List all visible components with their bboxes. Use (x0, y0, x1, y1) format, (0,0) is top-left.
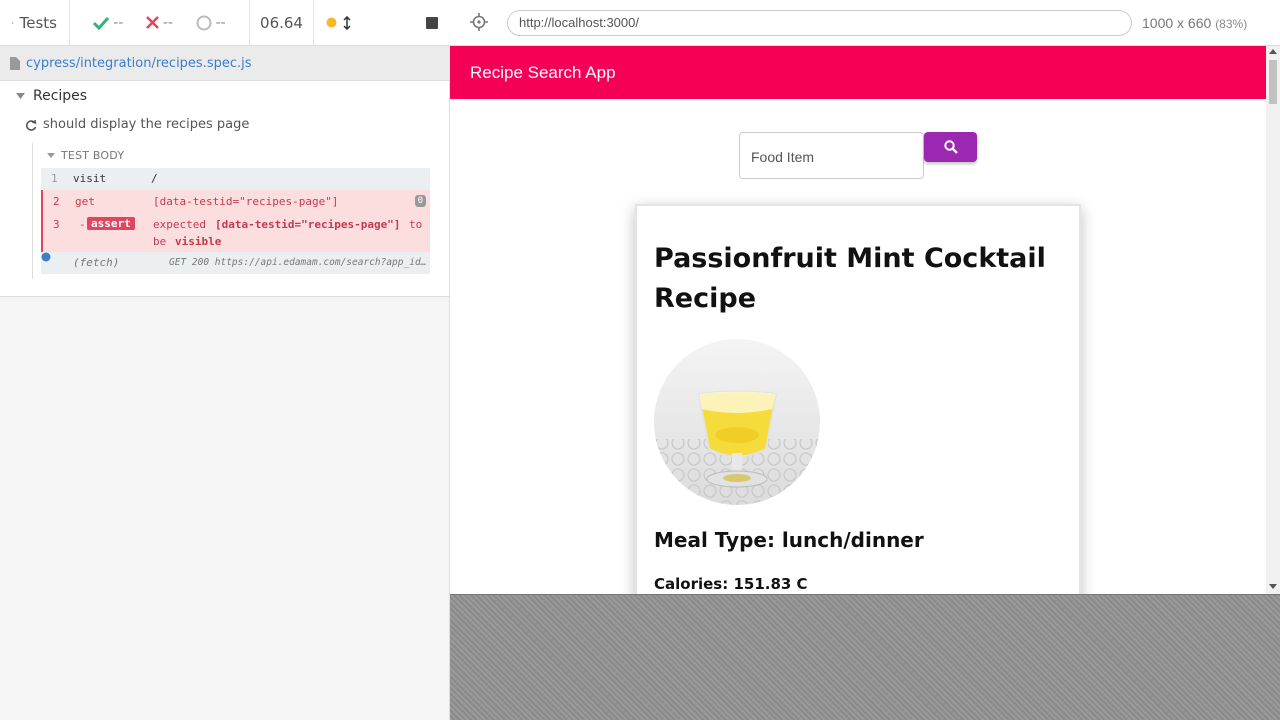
element-count-badge: 0 (414, 195, 426, 207)
meal-type: Meal Type: lunch/dinner (654, 528, 924, 552)
command-row[interactable]: (fetch) GET 200 https://api.edamam.com/s… (41, 252, 430, 274)
triangle-down-icon (47, 153, 55, 158)
dot-icon (41, 252, 51, 262)
command-list: 1 visit / 2 get [data-testid="recipes-pa… (41, 168, 430, 274)
test-body-header[interactable]: TEST BODY (47, 149, 124, 162)
x-icon (146, 16, 159, 29)
url-bar: http://localhost:3000/ 1000 x 660 (83%) (450, 0, 1280, 46)
passed-stat: -- (93, 15, 123, 31)
app-preview: http://localhost:3000/ 1000 x 660 (83%) … (450, 0, 1280, 720)
resize-icon (343, 15, 351, 30)
tests-label: Tests (19, 13, 57, 32)
failed-count: -- (162, 14, 174, 31)
failed-stat: -- (146, 15, 173, 31)
command-message: / (151, 172, 158, 185)
pending-count: -- (215, 14, 226, 31)
chevron-left-icon (12, 21, 14, 24)
command-number: 1 (51, 172, 58, 185)
app-bar: Recipe Search App (450, 46, 1266, 99)
refresh-icon (25, 119, 37, 131)
command-name: (fetch) (73, 256, 120, 269)
viewport-info: 1000 x 660 (83%) (1142, 15, 1247, 31)
command-log-panel: Tests -- -- -- 06.64 cypress/integration… (0, 0, 450, 720)
suite-title[interactable]: Recipes (16, 88, 87, 104)
assert-message-expected: expected (153, 218, 206, 231)
command-name: visit (73, 172, 107, 185)
stop-icon[interactable] (426, 16, 438, 29)
command-message: GET 200 https://api.edamam.com/search?ap… (169, 257, 427, 268)
auto-scroll-toggle[interactable] (326, 15, 351, 30)
command-prefix: - (79, 218, 86, 231)
viewport-size: 1000 x 660 (1142, 15, 1212, 31)
reporter: Recipes should display the recipes page … (0, 81, 449, 297)
command-row[interactable]: 1 visit / (41, 168, 430, 190)
calories: Calories: 151.83 C (654, 575, 808, 593)
suite-label: Recipes (33, 88, 88, 104)
stats: -- -- -- (70, 0, 250, 45)
command-message: [data-testid="recipes-page"] (153, 195, 339, 208)
search-icon (943, 140, 958, 154)
recipe-title: Passionfruit Mint Cocktail Recipe (654, 243, 1046, 314)
empty-viewport-area (450, 594, 1280, 720)
app-title: Recipe Search App (470, 63, 616, 82)
passed-count: -- (113, 14, 124, 31)
runner-header: Tests -- -- -- 06.64 (0, 0, 450, 46)
recipe-card: Passionfruit Mint Cocktail Recipe Meal T… (635, 204, 1081, 594)
test-label: should display the recipes page (43, 117, 250, 132)
url-field[interactable]: http://localhost:3000/ (507, 10, 1132, 36)
search-button[interactable] (924, 132, 977, 162)
command-name: get (75, 195, 95, 208)
test-body-label: TEST BODY (61, 149, 125, 162)
search-input[interactable]: Food Item (739, 132, 924, 179)
test-body: TEST BODY 1 visit / 2 get [data-testid="… (32, 143, 430, 279)
tests-button[interactable]: Tests (0, 0, 70, 45)
assert-message-visible: visible (175, 235, 222, 248)
scrollbar-thumb[interactable] (1269, 60, 1277, 104)
command-number: 3 (53, 218, 60, 231)
spec-file-link[interactable]: cypress/integration/recipes.spec.js (26, 56, 252, 71)
assert-message-be: be (153, 235, 167, 248)
iframe-scrollbar[interactable] (1266, 46, 1280, 594)
target-icon[interactable] (470, 13, 488, 31)
spec-file-bar: cypress/integration/recipes.spec.js (0, 46, 450, 81)
runner-controls (314, 0, 450, 45)
assert-message-to: to (409, 218, 423, 231)
command-row[interactable]: 3 - assert expected [data-testid="recipe… (41, 213, 430, 252)
duration: 06.64 (250, 0, 314, 45)
app-iframe: Recipe Search App Food Item Passionfruit… (450, 46, 1280, 594)
test-title[interactable]: should display the recipes page (25, 117, 249, 132)
recipe-image (654, 339, 820, 505)
command-number: 2 (53, 195, 60, 208)
zoom-level: (83%) (1215, 17, 1248, 31)
dot-icon (326, 17, 337, 28)
command-row[interactable]: 2 get [data-testid="recipes-page"] 0 (41, 190, 430, 213)
file-icon (10, 56, 20, 70)
assert-badge: assert (87, 217, 135, 230)
spinner-icon (196, 15, 212, 30)
triangle-down-icon (16, 93, 25, 99)
assert-message-selector: [data-testid="recipes-page"] (215, 218, 401, 231)
pending-stat: -- (196, 15, 226, 31)
check-icon (93, 16, 110, 30)
